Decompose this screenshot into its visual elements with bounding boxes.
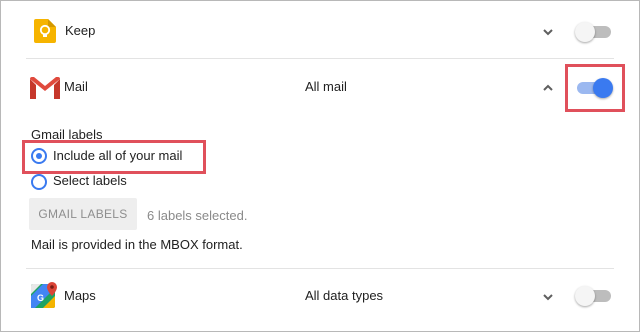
- mail-detail: All mail: [305, 79, 347, 94]
- row-divider: [26, 58, 614, 59]
- format-note: Mail is provided in the MBOX format.: [31, 237, 243, 252]
- service-label-keep: Keep: [65, 23, 96, 38]
- maps-icon: G: [31, 280, 59, 308]
- service-label-maps: Maps: [64, 288, 96, 303]
- svg-text:G: G: [37, 293, 44, 303]
- labels-selected-count: 6 labels selected.: [147, 208, 248, 223]
- chevron-down-icon[interactable]: [541, 290, 555, 304]
- service-label-mail: Mail: [64, 79, 88, 94]
- radio-select-labels-label[interactable]: Select labels: [53, 173, 127, 189]
- mail-toggle[interactable]: [575, 77, 613, 99]
- chevron-down-icon[interactable]: [541, 25, 555, 39]
- radio-select-labels[interactable]: [31, 174, 47, 190]
- gmail-icon: [30, 77, 60, 99]
- maps-toggle[interactable]: [575, 285, 613, 307]
- row-divider: [26, 268, 614, 269]
- gmail-labels-button[interactable]: GMAIL LABELS: [29, 198, 137, 230]
- chevron-up-icon[interactable]: [541, 81, 555, 95]
- keep-icon: [34, 19, 56, 43]
- radio-include-all[interactable]: [31, 148, 47, 164]
- radio-include-all-label[interactable]: Include all of your mail: [53, 148, 182, 164]
- keep-toggle[interactable]: [575, 21, 613, 43]
- maps-detail: All data types: [305, 288, 384, 303]
